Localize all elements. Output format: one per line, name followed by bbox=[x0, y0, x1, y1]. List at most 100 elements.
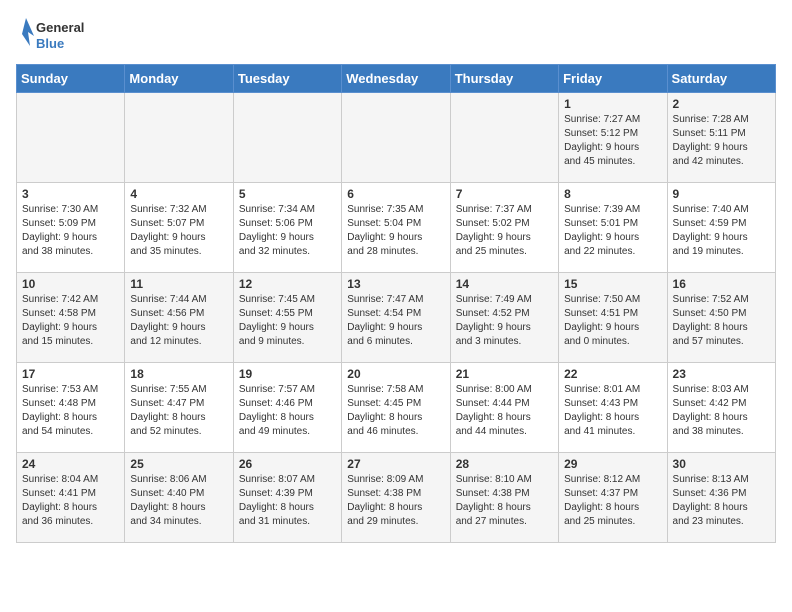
calendar-cell: 4 Sunrise: 7:32 AM Sunset: 5:07 PM Daylig… bbox=[125, 183, 233, 273]
calendar-cell bbox=[450, 93, 558, 183]
calendar-cell: 30 Sunrise: 8:13 AM Sunset: 4:36 PM Dayli… bbox=[667, 453, 775, 543]
calendar-cell: 23 Sunrise: 8:03 AM Sunset: 4:42 PM Dayli… bbox=[667, 363, 775, 453]
calendar-cell: 28 Sunrise: 8:10 AM Sunset: 4:38 PM Dayli… bbox=[450, 453, 558, 543]
day-number: 22 bbox=[564, 367, 661, 381]
day-number: 23 bbox=[673, 367, 770, 381]
day-info: Sunrise: 8:01 AM Sunset: 4:43 PM Dayligh… bbox=[564, 383, 661, 439]
day-info: Sunrise: 7:28 AM Sunset: 5:11 PM Dayligh… bbox=[673, 113, 770, 169]
calendar-cell: 27 Sunrise: 8:09 AM Sunset: 4:38 PM Dayli… bbox=[342, 453, 450, 543]
calendar-cell: 25Sunrise: 8:06 AM Sunset: 4:40 PM Dayli… bbox=[125, 453, 233, 543]
day-number: 8 bbox=[564, 187, 661, 201]
day-info: Sunrise: 7:40 AM Sunset: 4:59 PM Dayligh… bbox=[673, 203, 770, 259]
day-number: 17 bbox=[22, 367, 119, 381]
day-info: Sunrise: 8:04 AM Sunset: 4:41 PM Dayligh… bbox=[22, 473, 119, 529]
calendar-cell: 8 Sunrise: 7:39 AM Sunset: 5:01 PM Daylig… bbox=[559, 183, 667, 273]
calendar-cell: 16 Sunrise: 7:52 AM Sunset: 4:50 PM Dayli… bbox=[667, 273, 775, 363]
day-header-thursday: Thursday bbox=[450, 65, 558, 93]
day-number: 19 bbox=[239, 367, 336, 381]
day-info: Sunrise: 7:52 AM Sunset: 4:50 PM Dayligh… bbox=[673, 293, 770, 349]
day-info: Sunrise: 7:35 AM Sunset: 5:04 PM Dayligh… bbox=[347, 203, 444, 259]
calendar-cell: 26 Sunrise: 8:07 AM Sunset: 4:39 PM Dayli… bbox=[233, 453, 341, 543]
day-number: 26 bbox=[239, 457, 336, 471]
day-info: Sunrise: 8:12 AM Sunset: 4:37 PM Dayligh… bbox=[564, 473, 661, 529]
calendar-cell: 1 Sunrise: 7:27 AM Sunset: 5:12 PM Daylig… bbox=[559, 93, 667, 183]
day-number: 27 bbox=[347, 457, 444, 471]
day-number: 3 bbox=[22, 187, 119, 201]
day-number: 30 bbox=[673, 457, 770, 471]
day-info: Sunrise: 8:09 AM Sunset: 4:38 PM Dayligh… bbox=[347, 473, 444, 529]
day-info: Sunrise: 7:44 AM Sunset: 4:56 PM Dayligh… bbox=[130, 293, 227, 349]
day-info: Sunrise: 7:39 AM Sunset: 5:01 PM Dayligh… bbox=[564, 203, 661, 259]
day-number: 10 bbox=[22, 277, 119, 291]
page-header: General Blue bbox=[16, 16, 776, 56]
day-number: 15 bbox=[564, 277, 661, 291]
day-number: 14 bbox=[456, 277, 553, 291]
calendar-cell bbox=[342, 93, 450, 183]
day-info: Sunrise: 7:30 AM Sunset: 5:09 PM Dayligh… bbox=[22, 203, 119, 259]
day-number: 6 bbox=[347, 187, 444, 201]
day-info: Sunrise: 8:00 AM Sunset: 4:44 PM Dayligh… bbox=[456, 383, 553, 439]
day-header-sunday: Sunday bbox=[17, 65, 125, 93]
calendar-cell: 22 Sunrise: 8:01 AM Sunset: 4:43 PM Dayli… bbox=[559, 363, 667, 453]
calendar-cell: 14 Sunrise: 7:49 AM Sunset: 4:52 PM Dayli… bbox=[450, 273, 558, 363]
day-number: 5 bbox=[239, 187, 336, 201]
day-info: Sunrise: 8:13 AM Sunset: 4:36 PM Dayligh… bbox=[673, 473, 770, 529]
svg-text:General: General bbox=[36, 20, 84, 35]
day-number: 11 bbox=[130, 277, 227, 291]
day-info: Sunrise: 7:42 AM Sunset: 4:58 PM Dayligh… bbox=[22, 293, 119, 349]
calendar-cell: 29 Sunrise: 8:12 AM Sunset: 4:37 PM Dayli… bbox=[559, 453, 667, 543]
calendar-cell: 18 Sunrise: 7:55 AM Sunset: 4:47 PM Dayli… bbox=[125, 363, 233, 453]
day-info: Sunrise: 7:57 AM Sunset: 4:46 PM Dayligh… bbox=[239, 383, 336, 439]
day-number: 20 bbox=[347, 367, 444, 381]
day-info: Sunrise: 8:10 AM Sunset: 4:38 PM Dayligh… bbox=[456, 473, 553, 529]
day-info: Sunrise: 8:03 AM Sunset: 4:42 PM Dayligh… bbox=[673, 383, 770, 439]
day-info: Sunrise: 7:45 AM Sunset: 4:55 PM Dayligh… bbox=[239, 293, 336, 349]
day-number: 25 bbox=[130, 457, 227, 471]
calendar-cell: 6 Sunrise: 7:35 AM Sunset: 5:04 PM Daylig… bbox=[342, 183, 450, 273]
day-number: 24 bbox=[22, 457, 119, 471]
day-info: Sunrise: 7:50 AM Sunset: 4:51 PM Dayligh… bbox=[564, 293, 661, 349]
day-info: Sunrise: 7:37 AM Sunset: 5:02 PM Dayligh… bbox=[456, 203, 553, 259]
calendar-cell: 15 Sunrise: 7:50 AM Sunset: 4:51 PM Dayli… bbox=[559, 273, 667, 363]
day-number: 16 bbox=[673, 277, 770, 291]
calendar-cell: 5 Sunrise: 7:34 AM Sunset: 5:06 PM Daylig… bbox=[233, 183, 341, 273]
calendar-cell: 13Sunrise: 7:47 AM Sunset: 4:54 PM Dayli… bbox=[342, 273, 450, 363]
calendar-cell: 11 Sunrise: 7:44 AM Sunset: 4:56 PM Dayli… bbox=[125, 273, 233, 363]
logo-svg: General Blue bbox=[16, 16, 96, 56]
day-number: 2 bbox=[673, 97, 770, 111]
day-number: 28 bbox=[456, 457, 553, 471]
calendar-cell: 3 Sunrise: 7:30 AM Sunset: 5:09 PM Daylig… bbox=[17, 183, 125, 273]
day-number: 9 bbox=[673, 187, 770, 201]
day-header-saturday: Saturday bbox=[667, 65, 775, 93]
day-number: 1 bbox=[564, 97, 661, 111]
day-info: Sunrise: 7:32 AM Sunset: 5:07 PM Dayligh… bbox=[130, 203, 227, 259]
logo: General Blue bbox=[16, 16, 96, 56]
day-number: 18 bbox=[130, 367, 227, 381]
calendar-cell: 10 Sunrise: 7:42 AM Sunset: 4:58 PM Dayli… bbox=[17, 273, 125, 363]
day-info: Sunrise: 7:58 AM Sunset: 4:45 PM Dayligh… bbox=[347, 383, 444, 439]
day-header-tuesday: Tuesday bbox=[233, 65, 341, 93]
day-info: Sunrise: 7:55 AM Sunset: 4:47 PM Dayligh… bbox=[130, 383, 227, 439]
calendar-table: SundayMondayTuesdayWednesdayThursdayFrid… bbox=[16, 64, 776, 543]
day-number: 7 bbox=[456, 187, 553, 201]
calendar-cell: 20 Sunrise: 7:58 AM Sunset: 4:45 PM Dayli… bbox=[342, 363, 450, 453]
calendar-cell: 24 Sunrise: 8:04 AM Sunset: 4:41 PM Dayli… bbox=[17, 453, 125, 543]
day-info: Sunrise: 7:34 AM Sunset: 5:06 PM Dayligh… bbox=[239, 203, 336, 259]
day-header-monday: Monday bbox=[125, 65, 233, 93]
calendar-cell: 17Sunrise: 7:53 AM Sunset: 4:48 PM Dayli… bbox=[17, 363, 125, 453]
day-header-wednesday: Wednesday bbox=[342, 65, 450, 93]
svg-text:Blue: Blue bbox=[36, 36, 64, 51]
day-info: Sunrise: 7:49 AM Sunset: 4:52 PM Dayligh… bbox=[456, 293, 553, 349]
day-number: 12 bbox=[239, 277, 336, 291]
calendar-cell bbox=[125, 93, 233, 183]
day-info: Sunrise: 7:47 AM Sunset: 4:54 PM Dayligh… bbox=[347, 293, 444, 349]
day-number: 4 bbox=[130, 187, 227, 201]
calendar-cell bbox=[233, 93, 341, 183]
day-number: 29 bbox=[564, 457, 661, 471]
calendar-cell: 9 Sunrise: 7:40 AM Sunset: 4:59 PM Daylig… bbox=[667, 183, 775, 273]
day-info: Sunrise: 7:27 AM Sunset: 5:12 PM Dayligh… bbox=[564, 113, 661, 169]
day-info: Sunrise: 8:07 AM Sunset: 4:39 PM Dayligh… bbox=[239, 473, 336, 529]
calendar-cell: 12 Sunrise: 7:45 AM Sunset: 4:55 PM Dayli… bbox=[233, 273, 341, 363]
calendar-cell: 21Sunrise: 8:00 AM Sunset: 4:44 PM Dayli… bbox=[450, 363, 558, 453]
day-header-friday: Friday bbox=[559, 65, 667, 93]
